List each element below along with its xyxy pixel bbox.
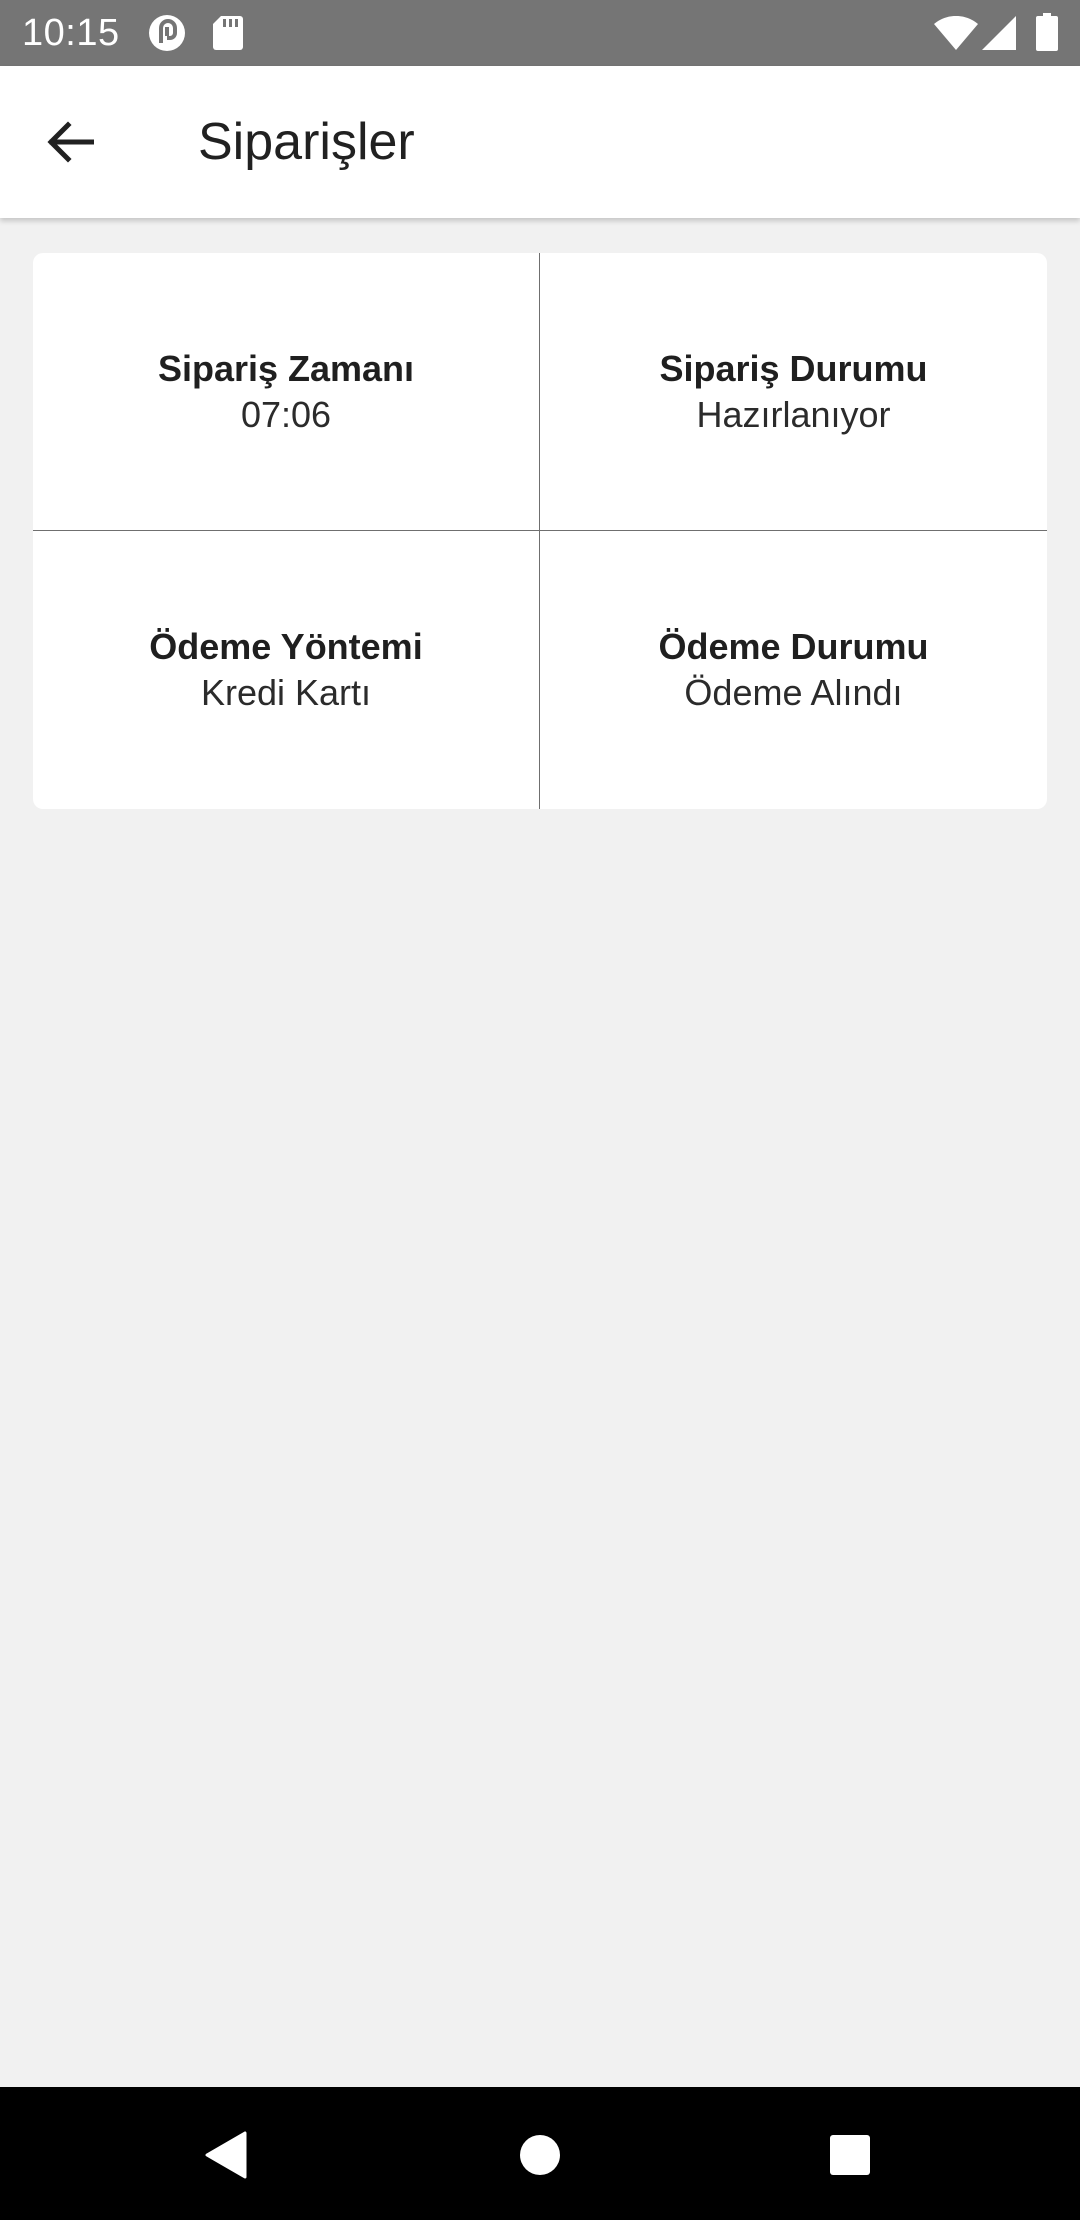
pocket-casts-icon <box>148 14 186 52</box>
order-info-card: Sipariş Zamanı 07:06 Sipariş Durumu Hazı… <box>33 253 1047 809</box>
status-bar: 10:15 <box>0 0 1080 66</box>
battery-icon <box>1036 13 1058 51</box>
payment-status-cell: Ödeme Durumu Ödeme Alındı <box>540 531 1047 809</box>
navigation-bar <box>0 2087 1080 2220</box>
nav-back-button[interactable] <box>185 2117 265 2197</box>
payment-method-cell: Ödeme Yöntemi Kredi Kartı <box>33 531 539 809</box>
home-circle-icon <box>519 2134 561 2181</box>
order-time-cell: Sipariş Zamanı 07:06 <box>33 253 539 530</box>
order-status-value: Hazırlanıyor <box>696 393 891 435</box>
app-bar: Siparişler <box>0 66 1080 218</box>
status-time: 10:15 <box>22 12 120 54</box>
nav-recents-button[interactable] <box>810 2117 890 2197</box>
arrow-back-icon <box>46 118 95 171</box>
recents-square-icon <box>830 2134 870 2180</box>
wifi-icon <box>934 16 978 54</box>
order-time-label: Sipariş Zamanı <box>157 347 415 389</box>
order-time-value: 07:06 <box>240 393 332 435</box>
sd-card-icon <box>213 16 243 54</box>
payment-status-label: Ödeme Durumu <box>658 626 929 667</box>
order-status-cell: Sipariş Durumu Hazırlanıyor <box>540 253 1047 530</box>
nav-home-button[interactable] <box>500 2117 580 2197</box>
payment-status-value: Ödeme Alındı <box>684 672 903 713</box>
back-triangle-icon <box>203 2131 247 2184</box>
signal-icon <box>982 16 1016 54</box>
page-title: Siparişler <box>198 113 415 171</box>
payment-method-label: Ödeme Yöntemi <box>149 626 423 667</box>
payment-method-value: Kredi Kartı <box>200 672 372 713</box>
order-status-label: Sipariş Durumu <box>659 347 928 389</box>
back-button[interactable] <box>30 104 110 184</box>
